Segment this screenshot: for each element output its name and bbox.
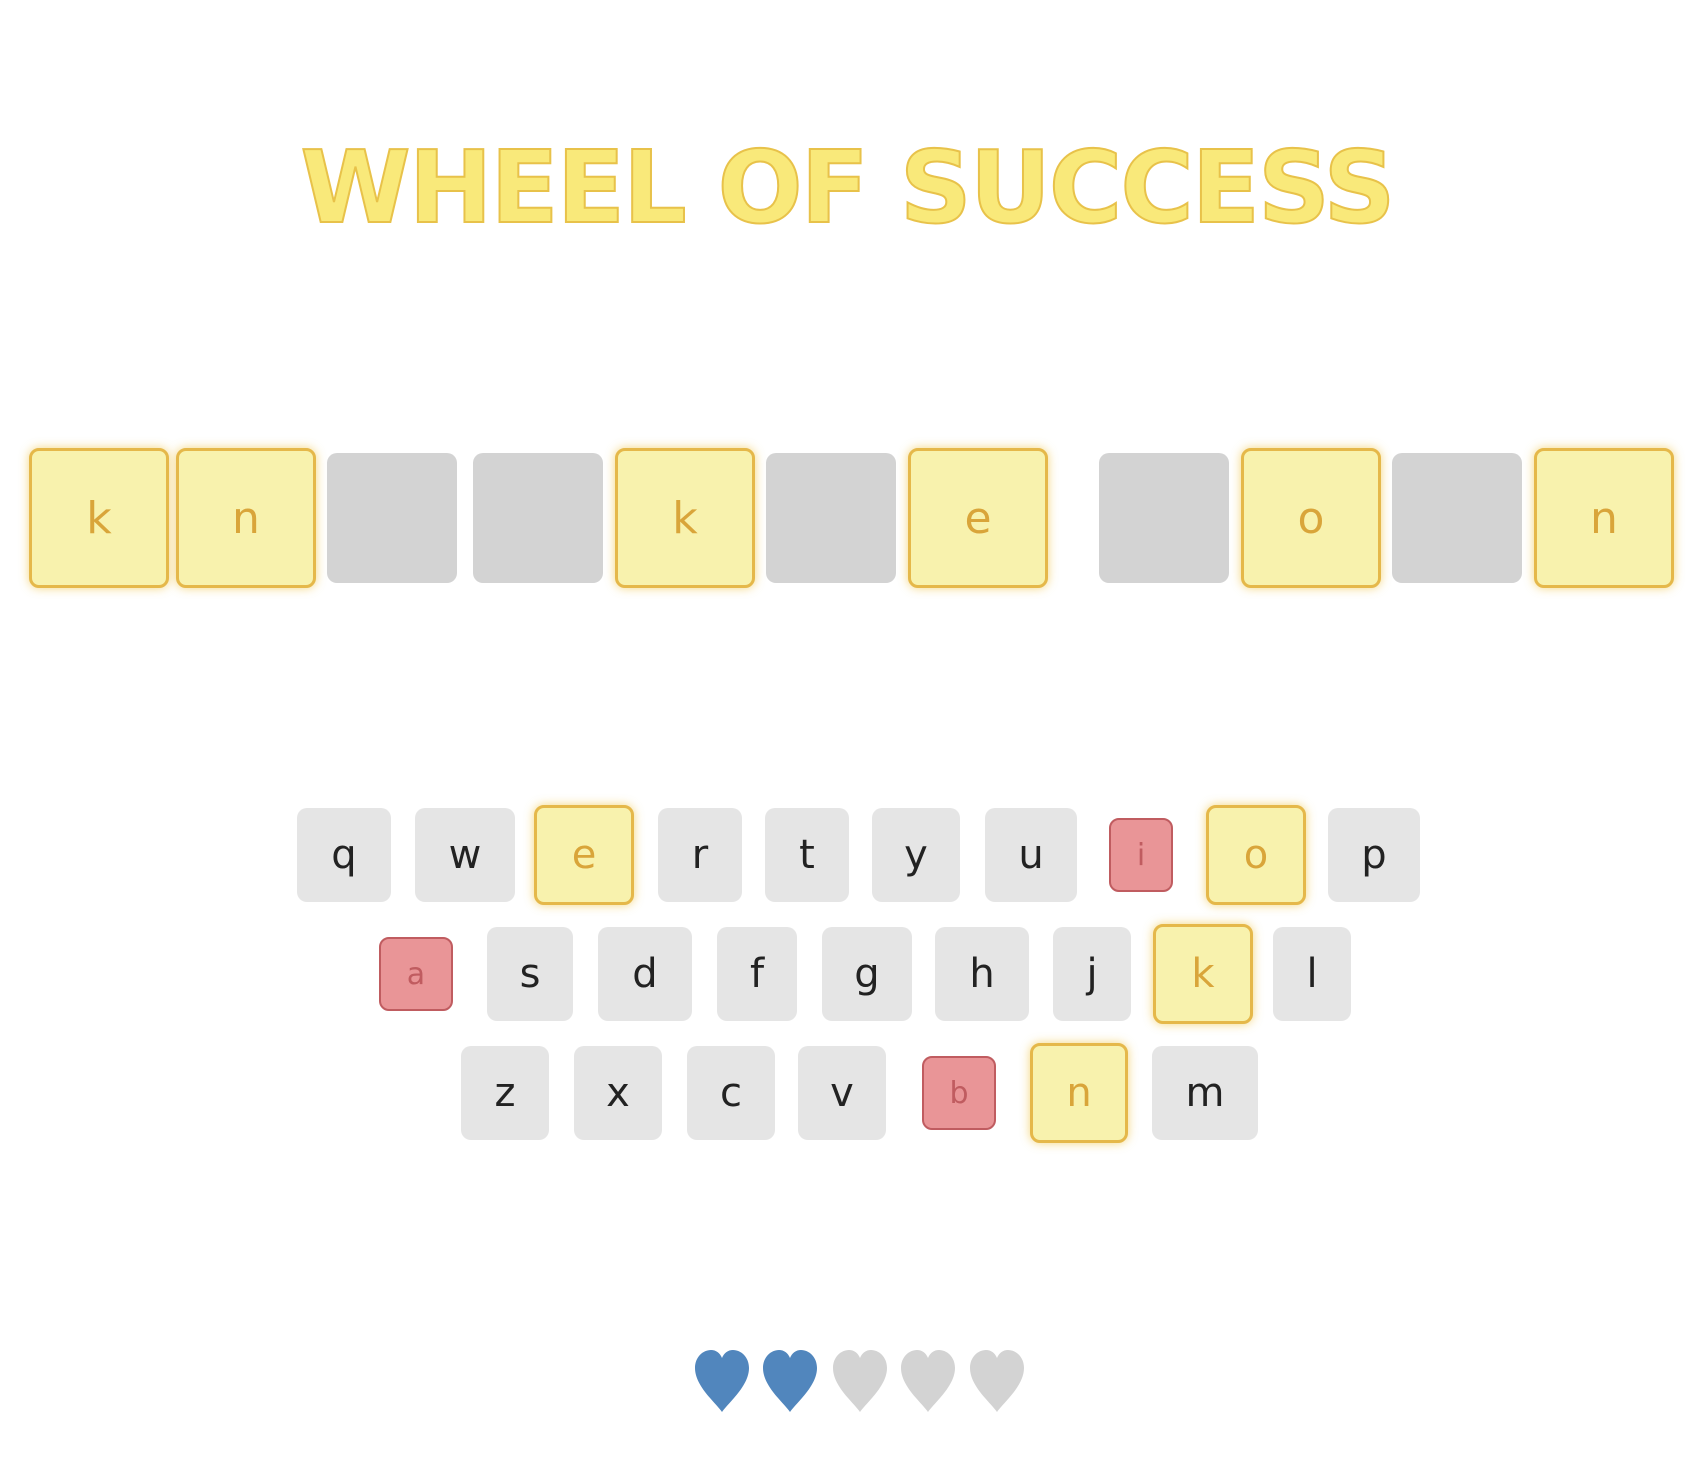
puzzle-tile-revealed: e <box>908 448 1048 588</box>
key-z[interactable]: z <box>461 1046 549 1140</box>
puzzle-tile-revealed: o <box>1241 448 1381 588</box>
key-u[interactable]: u <box>985 808 1077 902</box>
key-o[interactable]: o <box>1206 805 1306 905</box>
heart-empty-icon <box>899 1348 957 1414</box>
key-h[interactable]: h <box>935 927 1029 1021</box>
puzzle-tile-revealed: n <box>1534 448 1674 588</box>
puzzle-tile-hidden <box>327 453 457 583</box>
key-m[interactable]: m <box>1152 1046 1258 1140</box>
puzzle-tile-hidden <box>473 453 603 583</box>
puzzle-tile-revealed: k <box>29 448 169 588</box>
key-s[interactable]: s <box>487 927 573 1021</box>
key-b[interactable]: b <box>922 1056 996 1130</box>
heart-full-icon <box>761 1348 819 1414</box>
heart-full-icon <box>693 1348 751 1414</box>
key-t[interactable]: t <box>765 808 849 902</box>
key-d[interactable]: d <box>598 927 692 1021</box>
key-j[interactable]: j <box>1053 927 1131 1021</box>
key-g[interactable]: g <box>822 927 912 1021</box>
heart-empty-icon <box>831 1348 889 1414</box>
key-v[interactable]: v <box>798 1046 886 1140</box>
key-e[interactable]: e <box>534 805 634 905</box>
key-l[interactable]: l <box>1273 927 1351 1021</box>
puzzle-tile-revealed: k <box>615 448 755 588</box>
key-r[interactable]: r <box>658 808 742 902</box>
key-y[interactable]: y <box>872 808 960 902</box>
puzzle-tile-hidden <box>1392 453 1522 583</box>
key-p[interactable]: p <box>1328 808 1420 902</box>
key-w[interactable]: w <box>415 808 515 902</box>
key-c[interactable]: c <box>687 1046 775 1140</box>
key-i[interactable]: i <box>1109 818 1173 892</box>
key-k[interactable]: k <box>1153 924 1253 1024</box>
puzzle-tile-revealed: n <box>176 448 316 588</box>
key-f[interactable]: f <box>717 927 797 1021</box>
key-n[interactable]: n <box>1030 1043 1128 1143</box>
key-a[interactable]: a <box>379 937 453 1011</box>
puzzle-tile-hidden <box>1099 453 1229 583</box>
heart-empty-icon <box>968 1348 1026 1414</box>
key-q[interactable]: q <box>297 808 391 902</box>
game-title: WHEEL OF SUCCESS <box>299 128 1396 247</box>
key-x[interactable]: x <box>574 1046 662 1140</box>
puzzle-tile-hidden <box>766 453 896 583</box>
